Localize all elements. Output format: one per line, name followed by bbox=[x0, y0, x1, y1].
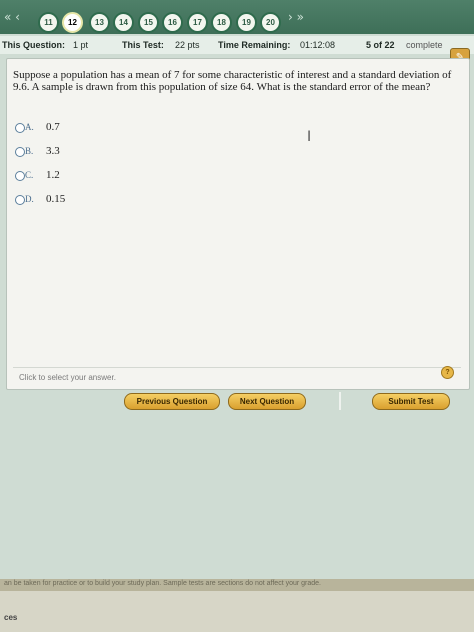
question-number-16[interactable]: 16 bbox=[162, 12, 183, 33]
question-number-13[interactable]: 13 bbox=[89, 12, 110, 33]
radio-icon[interactable] bbox=[15, 171, 25, 181]
this-question-value: 1 pt bbox=[73, 40, 89, 50]
question-navigation-bar: « ‹ 11 12 13 14 15 16 17 18 19 20 › » bbox=[0, 0, 474, 34]
next-arrows-icon[interactable]: › » bbox=[288, 11, 304, 23]
question-number-17[interactable]: 17 bbox=[187, 12, 208, 33]
answer-value: 0.7 bbox=[46, 121, 60, 133]
question-number-11[interactable]: 11 bbox=[38, 12, 59, 33]
time-remaining-value: 01:12:08 bbox=[300, 40, 336, 50]
info-icon[interactable]: ? bbox=[441, 366, 454, 379]
button-divider bbox=[339, 392, 341, 410]
question-number-18[interactable]: 18 bbox=[211, 12, 232, 33]
question-panel: Suppose a population has a mean of 7 for… bbox=[6, 58, 470, 390]
hint-text: Click to select your answer. bbox=[19, 373, 116, 382]
question-number-15[interactable]: 15 bbox=[138, 12, 159, 33]
answer-letter: B. bbox=[25, 146, 34, 156]
question-number-12[interactable]: 12 bbox=[62, 12, 83, 33]
footer-note: an be taken for practice or to build you… bbox=[4, 580, 321, 587]
bottom-area bbox=[0, 591, 474, 632]
previous-question-button[interactable]: Previous Question bbox=[124, 393, 220, 410]
status-bar: This Question: 1 pt This Test: 22 pts Ti… bbox=[0, 36, 474, 54]
answer-letter: C. bbox=[25, 170, 34, 180]
answer-value: 1.2 bbox=[46, 169, 60, 181]
radio-icon[interactable] bbox=[15, 123, 25, 133]
hint-bar: Click to select your answer. bbox=[13, 367, 461, 382]
text-cursor-icon: I bbox=[307, 129, 312, 145]
time-remaining-label: Time Remaining: bbox=[218, 40, 291, 50]
question-text: Suppose a population has a mean of 7 for… bbox=[13, 69, 452, 93]
question-number-20[interactable]: 20 bbox=[260, 12, 281, 33]
this-test-label: This Test: bbox=[122, 40, 164, 50]
submit-test-button[interactable]: Submit Test bbox=[372, 393, 450, 410]
previous-arrows-icon[interactable]: « ‹ bbox=[4, 11, 20, 23]
next-question-button[interactable]: Next Question bbox=[228, 393, 306, 410]
this-question-label: This Question: bbox=[2, 40, 65, 50]
answer-letter: A. bbox=[25, 122, 34, 132]
question-number-14[interactable]: 14 bbox=[113, 12, 134, 33]
bottom-label: ces bbox=[4, 613, 18, 622]
radio-icon[interactable] bbox=[15, 195, 25, 205]
progress-complete-label: complete bbox=[406, 40, 443, 50]
answer-value: 3.3 bbox=[46, 145, 60, 157]
footer-note-bar: an be taken for practice or to build you… bbox=[0, 579, 474, 591]
this-test-value: 22 pts bbox=[175, 40, 200, 50]
question-number-19[interactable]: 19 bbox=[236, 12, 257, 33]
answer-value: 0.15 bbox=[46, 193, 66, 205]
radio-icon[interactable] bbox=[15, 147, 25, 157]
progress-count: 5 of 22 bbox=[366, 40, 395, 50]
answer-letter: D. bbox=[25, 194, 34, 204]
